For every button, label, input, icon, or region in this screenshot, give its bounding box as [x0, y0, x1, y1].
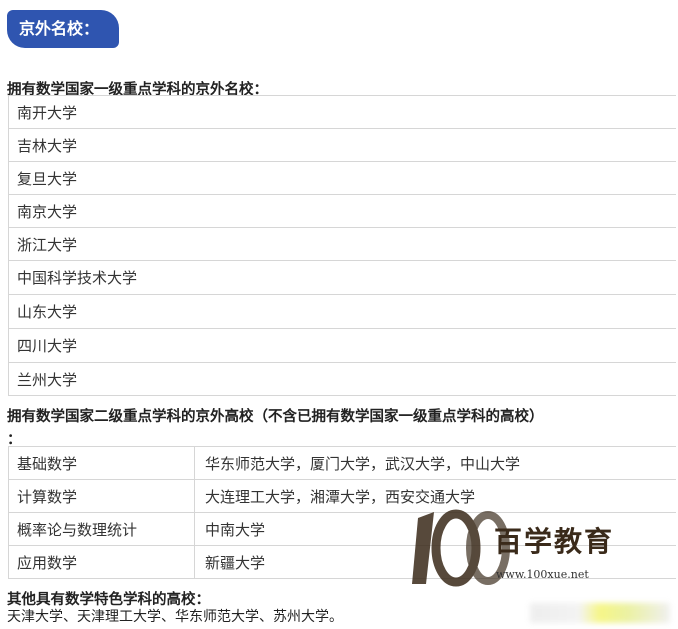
watermark-url: www.100xue.net — [496, 568, 589, 581]
other-schools-text: 天津大学、天津理工大学、华东师范大学、苏州大学。 — [7, 609, 343, 625]
school-name: 山东大学 — [8, 294, 676, 329]
subject-schools: 华东师范大学，厦门大学，武汉大学，中山大学 — [194, 446, 676, 480]
table-row: 山东大学 — [8, 294, 676, 329]
school-name: 浙江大学 — [8, 227, 676, 261]
table-row: 基础数学 华东师范大学，厦门大学，武汉大学，中山大学 — [8, 446, 676, 480]
school-name: 兰州大学 — [8, 362, 676, 396]
table-row: 浙江大学 — [8, 227, 676, 261]
subject-name: 应用数学 — [8, 545, 195, 579]
school-name: 中国科学技术大学 — [8, 260, 676, 295]
table-row: 吉林大学 — [8, 128, 676, 162]
school-name: 吉林大学 — [8, 128, 676, 162]
school-name: 南京大学 — [8, 194, 676, 228]
subject-name: 概率论与数理统计 — [8, 512, 195, 546]
subject-name: 基础数学 — [8, 446, 195, 480]
tier1-school-table: 南开大学 吉林大学 复旦大学 南京大学 浙江大学 中国科学技术大学 山东大学 四川大学 兰州大学 — [8, 95, 676, 396]
blurred-area — [530, 603, 670, 623]
section2-heading: 拥有数学国家二级重点学科的京外高校（不含已拥有数学国家一级重点学科的高校） — [7, 408, 544, 425]
table-row: 四川大学 — [8, 328, 676, 363]
table-row: 兰州大学 — [8, 362, 676, 396]
section-badge: 京外名校： — [7, 10, 119, 48]
subject-name: 计算数学 — [8, 479, 195, 513]
watermark-name: 百学教育 — [494, 525, 615, 558]
table-row: 南京大学 — [8, 194, 676, 228]
school-name: 四川大学 — [8, 328, 676, 363]
school-name: 南开大学 — [8, 95, 676, 129]
school-name: 复旦大学 — [8, 161, 676, 195]
table-row: 复旦大学 — [8, 161, 676, 195]
watermark-digit-1 — [412, 512, 434, 584]
table-row: 南开大学 — [8, 95, 676, 129]
table-row: 中国科学技术大学 — [8, 260, 676, 295]
